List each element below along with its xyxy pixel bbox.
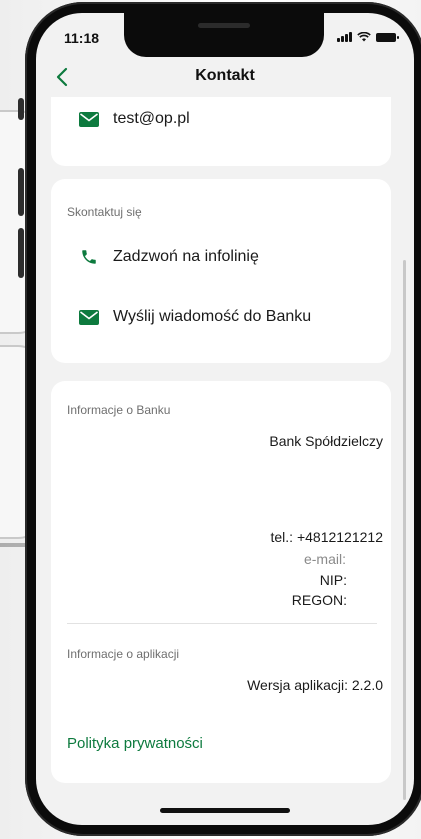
status-icons: [337, 32, 399, 42]
phone-icon: [79, 247, 99, 267]
send-message-label: Wyślij wiadomość do Banku: [113, 308, 312, 325]
background-device-button: [18, 228, 24, 278]
section-divider: [67, 623, 377, 624]
email-value: test@op.pl: [113, 110, 190, 127]
phone-screen: 11:18 Kontakt test@op.pl Skontaktuj się …: [36, 13, 414, 825]
notch: [124, 13, 324, 57]
bank-nip-label: NIP:: [319, 572, 347, 588]
send-message-item[interactable]: Wyślij wiadomość do Banku: [79, 307, 311, 327]
email-card: test@op.pl: [51, 97, 391, 166]
scrollbar[interactable]: [403, 260, 406, 800]
nav-bar: Kontakt: [36, 57, 414, 97]
privacy-policy-link[interactable]: Polityka prywatności: [67, 735, 203, 752]
bank-regon-label: REGON:: [291, 592, 347, 608]
battery-icon: [376, 33, 399, 42]
background-device-button: [18, 168, 24, 216]
envelope-icon: [79, 307, 99, 327]
status-time: 11:18: [64, 30, 100, 46]
bank-name: Bank Spółdzielczy: [269, 433, 383, 449]
app-version: Wersja aplikacji: 2.2.0: [247, 677, 383, 693]
page-title: Kontakt: [195, 67, 255, 84]
bank-info-title: Informacje o Banku: [67, 403, 171, 417]
app-info-title: Informacje o aplikacji: [67, 647, 180, 661]
phone-frame: 11:18 Kontakt test@op.pl Skontaktuj się …: [25, 2, 421, 836]
speaker: [198, 23, 250, 28]
envelope-icon: [79, 109, 99, 129]
background-device-button: [18, 98, 24, 120]
contact-section-title: Skontaktuj się: [67, 205, 142, 219]
bank-email-label: e-mail:: [303, 551, 346, 567]
home-indicator[interactable]: [160, 808, 290, 813]
call-hotline-item[interactable]: Zadzwoń na infolinię: [79, 247, 259, 267]
wifi-icon: [357, 32, 371, 42]
signal-icon: [337, 32, 352, 42]
contact-card: Skontaktuj się Zadzwoń na infolinię Wyśl…: [51, 179, 391, 363]
email-row[interactable]: test@op.pl: [79, 109, 190, 129]
info-card: Informacje o Banku Bank Spółdzielczy tel…: [51, 381, 391, 783]
stage: 11:18 Kontakt test@op.pl Skontaktuj się …: [0, 0, 421, 839]
call-hotline-label: Zadzwoń na infolinię: [113, 248, 259, 265]
bank-phone: tel.: +4812121212: [270, 529, 384, 545]
